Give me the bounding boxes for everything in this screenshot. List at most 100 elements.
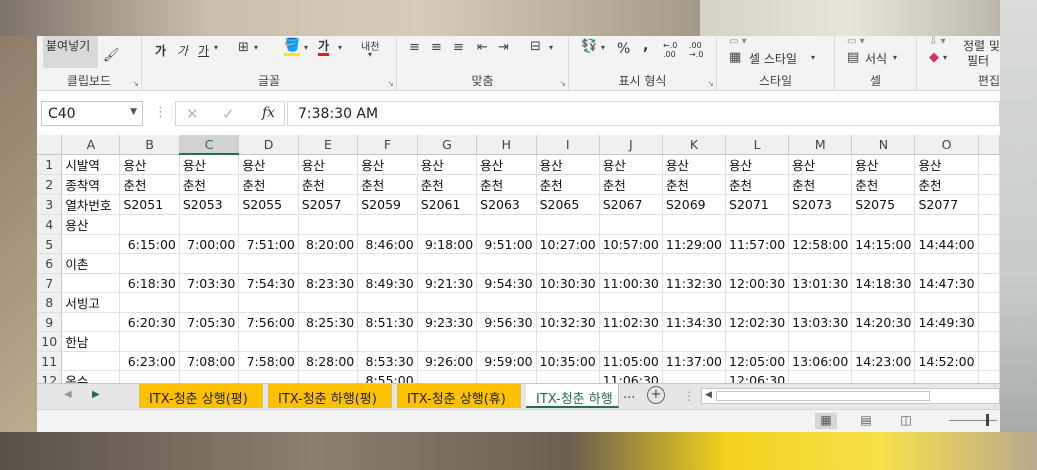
cell-style-icon[interactable]: ▦ bbox=[729, 50, 741, 65]
cell[interactable] bbox=[662, 331, 727, 352]
cell[interactable]: 8:23:30 bbox=[298, 273, 359, 293]
increase-indent-icon[interactable]: ⇥ bbox=[498, 40, 509, 55]
cell[interactable]: 용산 bbox=[662, 154, 727, 175]
column-header-c[interactable]: C bbox=[179, 135, 240, 155]
cell[interactable] bbox=[238, 292, 299, 313]
cell[interactable]: 6:15:00 bbox=[119, 234, 180, 254]
name-box-dropdown-icon[interactable]: ▼ bbox=[130, 107, 137, 117]
column-header-j[interactable]: J bbox=[599, 135, 663, 155]
row-header[interactable]: 11 bbox=[37, 351, 63, 371]
normal-view-icon[interactable]: ▦ bbox=[815, 413, 837, 429]
cell[interactable] bbox=[978, 273, 1000, 293]
cell[interactable]: 13:03:30 bbox=[788, 312, 853, 332]
cell[interactable] bbox=[978, 292, 1000, 313]
cell[interactable]: 춘천 bbox=[725, 174, 790, 195]
format-dropdown-icon[interactable]: ▾ bbox=[893, 53, 897, 62]
cell[interactable] bbox=[914, 331, 979, 352]
cell[interactable] bbox=[851, 214, 916, 235]
cell[interactable]: S2055 bbox=[238, 194, 299, 215]
cell[interactable]: 춘천 bbox=[179, 174, 240, 195]
column-header-e[interactable]: E bbox=[298, 135, 359, 155]
fill-color-dropdown-icon[interactable]: ▾ bbox=[304, 43, 308, 52]
cell[interactable]: 춘천 bbox=[851, 174, 916, 195]
cell[interactable] bbox=[179, 253, 240, 274]
column-header-h[interactable]: H bbox=[476, 135, 537, 155]
cell-style-dropdown-icon[interactable]: ▾ bbox=[811, 53, 815, 62]
cell[interactable]: S2071 bbox=[725, 194, 790, 215]
cell[interactable]: 8:51:30 bbox=[357, 312, 418, 332]
cell[interactable]: 춘천 bbox=[298, 174, 359, 195]
format-painter-icon[interactable]: 🖌 bbox=[103, 48, 120, 63]
cell[interactable]: 9:23:30 bbox=[417, 312, 478, 332]
cell[interactable]: 6:23:00 bbox=[119, 351, 180, 371]
cell[interactable] bbox=[298, 214, 359, 235]
cell[interactable]: 8:55:00 bbox=[357, 370, 418, 383]
row-header[interactable]: 8 bbox=[37, 292, 63, 313]
cell[interactable] bbox=[238, 331, 299, 352]
select-all-corner[interactable] bbox=[37, 135, 63, 155]
name-box[interactable]: C40 ▼ bbox=[41, 101, 143, 126]
cell[interactable] bbox=[417, 292, 478, 313]
cell[interactable]: 9:51:00 bbox=[476, 234, 537, 254]
cell[interactable] bbox=[599, 292, 663, 313]
cell[interactable]: 6:20:30 bbox=[119, 312, 180, 332]
accounting-format-icon[interactable]: 💱 bbox=[581, 39, 597, 54]
increase-decimal-button[interactable]: ←.0 .00 bbox=[663, 41, 685, 59]
cell[interactable]: 용산 bbox=[851, 154, 916, 175]
cell[interactable] bbox=[788, 253, 853, 274]
horizontal-scrollbar[interactable]: ◀ bbox=[701, 388, 1000, 404]
cell[interactable]: 8:20:00 bbox=[298, 234, 359, 254]
tab-split-grip-icon[interactable]: ⋮ bbox=[683, 389, 695, 403]
cell[interactable] bbox=[536, 370, 600, 383]
cell[interactable]: S2077 bbox=[914, 194, 979, 215]
cell[interactable] bbox=[417, 253, 478, 274]
cell[interactable]: 7:03:30 bbox=[179, 273, 240, 293]
underline-button[interactable]: 가 bbox=[198, 42, 209, 59]
row-header[interactable]: 7 bbox=[37, 273, 63, 293]
column-header-partial[interactable] bbox=[978, 135, 1000, 155]
cell[interactable] bbox=[357, 331, 418, 352]
cancel-entry-icon[interactable]: ✕ bbox=[186, 105, 199, 123]
column-header-i[interactable]: I bbox=[536, 135, 600, 155]
sheet-tab-1[interactable]: ITX-청춘 상행(평) bbox=[139, 384, 263, 408]
cell[interactable]: 11:02:30 bbox=[599, 312, 663, 332]
number-launcher-icon[interactable]: ↘ bbox=[707, 79, 714, 88]
cell[interactable] bbox=[298, 292, 359, 313]
cell[interactable] bbox=[978, 312, 1000, 332]
cell[interactable]: 12:06:30 bbox=[725, 370, 790, 383]
prev-sheet-icon[interactable]: ◀ bbox=[64, 389, 72, 400]
fill-color-icon[interactable]: 🪣 bbox=[284, 39, 301, 56]
cell[interactable]: 12:02:30 bbox=[725, 312, 790, 332]
cell[interactable]: 13:01:30 bbox=[788, 273, 853, 293]
cell[interactable] bbox=[179, 370, 240, 383]
cell[interactable] bbox=[61, 234, 121, 254]
cell[interactable]: 7:54:30 bbox=[238, 273, 299, 293]
sheet-tab-4-active[interactable]: ITX-청춘 하행 bbox=[526, 384, 619, 408]
column-header-k[interactable]: K bbox=[662, 135, 727, 155]
cell[interactable] bbox=[61, 312, 121, 332]
cell[interactable]: 용산 bbox=[179, 154, 240, 175]
cell[interactable]: 8:53:30 bbox=[357, 351, 418, 371]
format-button[interactable]: 서식 bbox=[865, 50, 887, 67]
cell[interactable] bbox=[978, 351, 1000, 371]
column-header-l[interactable]: L bbox=[725, 135, 790, 155]
cell[interactable] bbox=[417, 214, 478, 235]
cell[interactable]: 11:57:00 bbox=[725, 234, 790, 254]
decrease-indent-icon[interactable]: ⇤ bbox=[477, 40, 488, 55]
font-color-dropdown-icon[interactable]: ▾ bbox=[338, 43, 342, 52]
cell[interactable]: 11:32:30 bbox=[662, 273, 727, 293]
cell[interactable]: 용산 bbox=[914, 154, 979, 175]
cell[interactable]: 6:18:30 bbox=[119, 273, 180, 293]
cell[interactable]: 춘천 bbox=[788, 174, 853, 195]
cell[interactable]: 11:06:30 bbox=[599, 370, 663, 383]
font-color-button[interactable]: 가 bbox=[318, 39, 330, 56]
cell[interactable] bbox=[662, 253, 727, 274]
borders-icon[interactable]: ⊞ bbox=[238, 40, 249, 55]
cell[interactable] bbox=[662, 370, 727, 383]
row-header[interactable]: 1 bbox=[37, 154, 63, 175]
cell[interactable] bbox=[298, 370, 359, 383]
cell[interactable]: 용산 bbox=[61, 214, 121, 235]
cell[interactable]: 12:00:30 bbox=[725, 273, 790, 293]
row-header[interactable]: 2 bbox=[37, 174, 63, 195]
cell[interactable]: S2057 bbox=[298, 194, 359, 215]
